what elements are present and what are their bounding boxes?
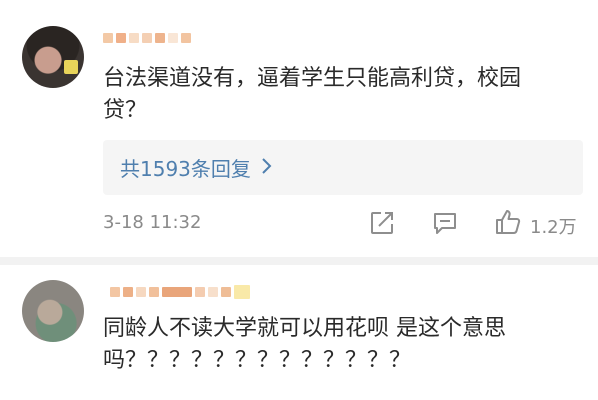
comment-icon[interactable]: [432, 210, 458, 240]
replies-label: 共1593条回复: [120, 157, 251, 181]
comment-text: 同龄人不读大学就可以用花呗 是这个意思 吗？？？？？？？？？？？？？: [103, 316, 506, 373]
share-icon[interactable]: [369, 210, 395, 240]
like-count: 1.2万: [530, 217, 577, 238]
username-blurred[interactable]: [110, 285, 250, 299]
avatar[interactable]: [22, 26, 84, 88]
timestamp: 3-18 11:32: [103, 212, 202, 233]
comment-text: 台法渠道没有，逼着学生只能高利贷，校园 贷？: [103, 66, 522, 123]
view-replies-button[interactable]: 共1593条回复: [103, 140, 583, 195]
chevron-right-icon: [261, 156, 273, 180]
thumbs-up-icon[interactable]: [494, 208, 522, 240]
username-blurred[interactable]: [103, 33, 191, 43]
divider: [0, 257, 598, 265]
avatar[interactable]: [22, 280, 84, 342]
